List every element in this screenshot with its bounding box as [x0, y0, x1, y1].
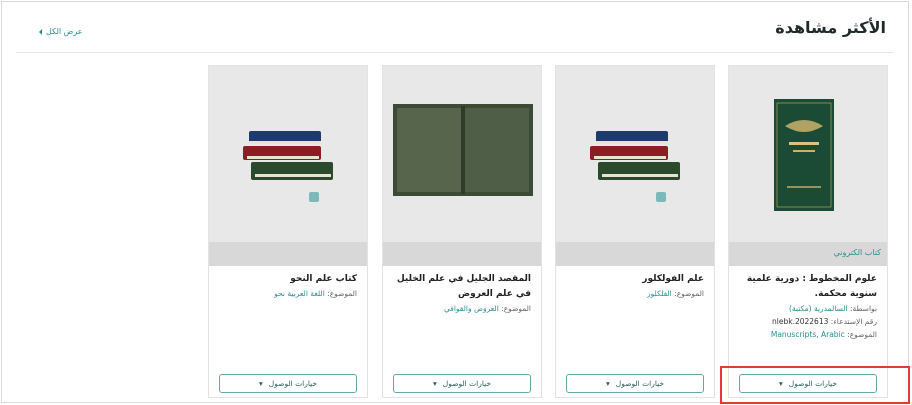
book-info: علم الفولكلور الموضوع: الفلكلور — [564, 272, 704, 300]
book-title[interactable]: المقصد الجليل في علم الخليل في علم العرو… — [391, 272, 531, 302]
library-logo — [656, 190, 666, 202]
most-viewed-section: الأكثر مشاهدة عرض الكل كتاب الكتروني علو… — [1, 1, 910, 404]
access-options-label: خيارات الوصول — [442, 379, 492, 388]
access-options-button[interactable]: خيارات الوصول ▾ — [566, 374, 704, 393]
book-title[interactable]: علم الفولكلور — [564, 272, 704, 287]
book-stack-image — [590, 131, 680, 180]
access-options-button[interactable]: خيارات الوصول ▾ — [219, 374, 357, 393]
call-number-label: رقم الإستدعاء: — [830, 317, 877, 326]
tag-bar: كتاب الكتروني — [729, 242, 887, 266]
access-options-label: خيارات الوصول — [615, 379, 665, 388]
library-logo — [309, 190, 319, 202]
access-options-button[interactable]: خيارات الوصول ▾ — [393, 374, 531, 393]
chevron-down-icon: ▾ — [432, 379, 437, 388]
book-card[interactable]: المقصد الجليل في علم الخليل في علم العرو… — [382, 65, 542, 398]
book-author: بواسطة: السالمدرية (مكتبة) — [737, 302, 877, 315]
book-card[interactable]: علم الفولكلور الموضوع: الفلكلور خيارات ا… — [555, 65, 715, 398]
book-subject: الموضوع: Manuscripts, Arabic — [737, 328, 877, 341]
tag-bar — [209, 242, 367, 266]
chevron-down-icon: ▾ — [605, 379, 610, 388]
book-subject: الموضوع: العروض والقوافي — [391, 302, 531, 315]
library-logo-icon — [309, 192, 319, 202]
library-logo-icon — [656, 192, 666, 202]
highlight-box — [720, 366, 910, 404]
header-divider — [16, 52, 894, 53]
book-cover-image — [774, 99, 834, 211]
book-call-number: رقم الإستدعاء: nlebk.2022613 — [737, 315, 877, 328]
book-title[interactable]: كتاب علم النحو — [217, 272, 357, 287]
book-cover-area — [209, 66, 367, 242]
access-options-label: خيارات الوصول — [268, 379, 318, 388]
chevron-down-icon: ▾ — [258, 379, 263, 388]
subject-label: الموضوع: — [674, 289, 704, 298]
tag-bar — [383, 242, 541, 266]
author-label: بواسطة: — [849, 304, 877, 313]
ebook-tag: كتاب الكتروني — [833, 248, 881, 257]
book-info: المقصد الجليل في علم الخليل في علم العرو… — [391, 272, 531, 315]
tag-bar — [556, 242, 714, 266]
show-all-link[interactable]: عرض الكل — [38, 27, 83, 36]
book-info: علوم المخطوط : دورية علمية سنوية محكمة. … — [737, 272, 877, 341]
open-book-image — [393, 104, 533, 196]
book-cover-area — [729, 66, 887, 242]
book-card[interactable]: كتاب الكتروني علوم المخطوط : دورية علمية… — [728, 65, 888, 398]
book-stack-image — [243, 131, 333, 180]
chevron-left-icon — [39, 28, 42, 35]
subject-label: الموضوع: — [847, 330, 877, 339]
book-cover-area — [556, 66, 714, 242]
call-number-value: nlebk.2022613 — [772, 317, 829, 326]
section-title: الأكثر مشاهدة — [775, 18, 886, 37]
subject-link[interactable]: العروض والقوافي — [444, 304, 499, 313]
author-link[interactable]: السالمدرية (مكتبة) — [789, 304, 848, 313]
show-all-label: عرض الكل — [46, 27, 83, 36]
book-title[interactable]: علوم المخطوط : دورية علمية سنوية محكمة. — [737, 272, 877, 302]
subject-label: الموضوع: — [327, 289, 357, 298]
book-subject: الموضوع: اللغة العربية نحو — [217, 287, 357, 300]
book-subject: الموضوع: الفلكلور — [564, 287, 704, 300]
subject-link[interactable]: اللغة العربية نحو — [274, 289, 325, 298]
book-info: كتاب علم النحو الموضوع: اللغة العربية نح… — [217, 272, 357, 300]
subject-label: الموضوع: — [501, 304, 531, 313]
book-cover-area — [383, 66, 541, 242]
subject-link[interactable]: الفلكلور — [647, 289, 672, 298]
subject-link[interactable]: Manuscripts, Arabic — [771, 330, 845, 339]
book-card[interactable]: كتاب علم النحو الموضوع: اللغة العربية نح… — [208, 65, 368, 398]
